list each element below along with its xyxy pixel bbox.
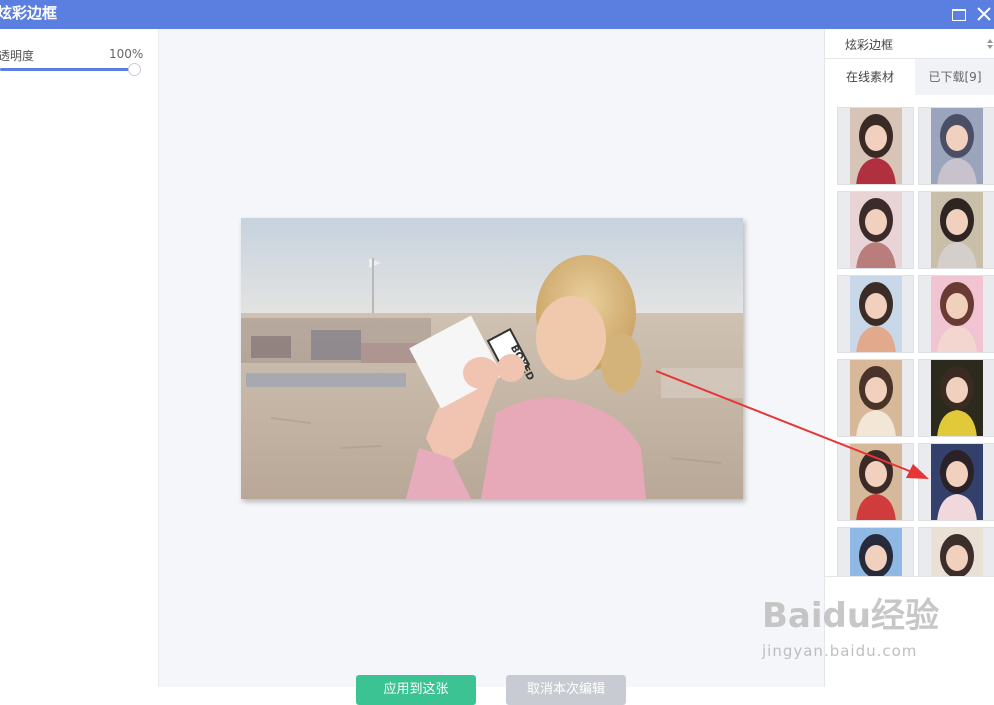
close-button[interactable]: [974, 4, 994, 24]
frame-thumb-3[interactable]: [837, 191, 914, 269]
opacity-label: 透明度: [0, 49, 35, 63]
apply-button[interactable]: 应用到这张: [356, 675, 476, 705]
category-select[interactable]: 炫彩边框: [825, 29, 994, 59]
thumbnail-portrait: [931, 108, 983, 184]
frame-thumb-6[interactable]: [918, 275, 994, 353]
tab-downloaded[interactable]: 已下载[9]: [915, 59, 994, 95]
library-tabs: 在线素材 已下载[9]: [825, 59, 994, 95]
preview-canvas: BOXED 应用到这张 取消本次编辑: [159, 29, 824, 705]
thumbnail-portrait: [850, 444, 902, 520]
frame-thumb-7[interactable]: [837, 359, 914, 437]
title-bar: 炫彩边框: [0, 0, 994, 29]
thumbnail-portrait: [850, 276, 902, 352]
opacity-slider-track[interactable]: [0, 68, 134, 71]
thumbnail-portrait: [931, 444, 983, 520]
frame-thumbnail-grid: [825, 95, 994, 577]
beach-girl-photo: BOXED: [241, 218, 743, 499]
thumbnail-portrait: [850, 192, 902, 268]
cancel-button[interactable]: 取消本次编辑: [506, 675, 626, 705]
tab-online-materials[interactable]: 在线素材: [825, 59, 915, 95]
frame-thumb-11[interactable]: [837, 527, 914, 576]
watermark-url: jingyan.baidu.com: [762, 642, 918, 660]
close-icon: [977, 7, 991, 21]
frame-thumb-10[interactable]: [918, 443, 994, 521]
opacity-value: 100%: [109, 47, 144, 61]
thumbnail-portrait: [931, 276, 983, 352]
frame-thumb-9[interactable]: [837, 443, 914, 521]
opacity-slider-thumb[interactable]: [128, 63, 141, 76]
frame-thumb-8[interactable]: [918, 359, 994, 437]
thumbnail-portrait: [931, 360, 983, 436]
select-arrows-icon: [987, 39, 993, 49]
frame-thumb-1[interactable]: [837, 107, 914, 185]
frame-thumb-12[interactable]: [918, 527, 994, 576]
watermark-logo: Baidu经验: [762, 596, 940, 636]
thumbnail-portrait: [850, 108, 902, 184]
frame-thumb-5[interactable]: [837, 275, 914, 353]
frame-thumb-4[interactable]: [918, 191, 994, 269]
left-settings-panel: 透明度 100%: [0, 29, 159, 687]
preview-photo: BOXED: [241, 218, 743, 499]
thumbnail-portrait: [850, 360, 902, 436]
maximize-button[interactable]: [949, 4, 969, 24]
window-title: 炫彩边框: [0, 4, 58, 22]
thumbnail-portrait: [931, 192, 983, 268]
category-select-value: 炫彩边框: [845, 38, 894, 52]
thumbnail-portrait: [931, 528, 983, 576]
thumbnail-portrait: [850, 528, 902, 576]
frame-thumb-2[interactable]: [918, 107, 994, 185]
